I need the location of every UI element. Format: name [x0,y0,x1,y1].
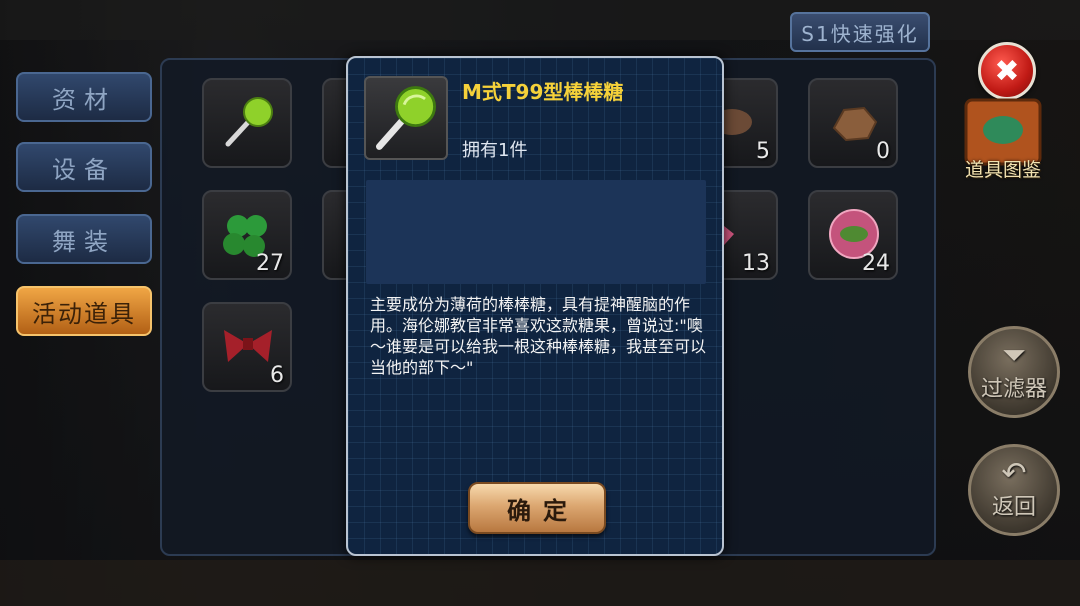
tab-costume[interactable]: 舞装 [16,214,152,264]
item-encyclopedia-label: 道具图鉴 [964,159,1041,181]
ore-icon [832,106,878,142]
filter-label: 过滤器 [980,377,1047,402]
item-slot-bow[interactable]: 6 [202,302,292,392]
item-count: 0 [876,139,890,164]
lollipop-icon [225,97,273,147]
back-arrow-icon: ↶ [1001,456,1027,491]
back-label: 返回 [991,495,1036,520]
item-count: 5 [756,139,770,164]
item-owned-count: 拥有1件 [462,140,528,161]
item-slot-ore[interactable]: 0 [808,78,898,168]
confirm-button[interactable]: 确定 [468,482,606,534]
item-encyclopedia-button[interactable]: 道具图鉴 [956,94,1050,188]
filter-icon: ⏷ [1002,338,1026,373]
item-count: 24 [862,251,890,276]
item-slot-lollipop[interactable] [202,78,292,168]
item-slot-green-mochi[interactable]: 27 [202,190,292,280]
item-attributes-box [366,180,706,284]
filter-button[interactable]: ⏷ 过滤器 [968,326,1060,418]
quick-enhance-button[interactable]: S1快速强化 [790,12,930,52]
item-name: M式T99型棒棒糖 [462,80,624,104]
item-count: 6 [270,363,284,388]
item-slot-plate[interactable]: 24 [808,190,898,280]
lollipop-icon [376,86,436,150]
back-button[interactable]: ↶ 返回 [968,444,1060,536]
close-icon: ✖ [994,53,1020,89]
tab-materials[interactable]: 资材 [16,72,152,122]
item-description: 主要成份为薄荷的棒棒糖，具有提神醒脑的作用。海伦娜教官非常喜欢这款糖果，曾说过:… [370,295,707,377]
bow-icon [224,330,272,362]
item-count: 13 [742,251,770,276]
tab-equipment[interactable]: 设备 [16,142,152,192]
close-button[interactable]: ✖ [978,42,1036,100]
item-detail-icon-frame [364,76,448,160]
tab-event-items[interactable]: 活动道具 [16,286,152,336]
item-count: 27 [256,251,284,276]
item-detail-dialog: M式T99型棒棒糖 拥有1件 主要成份为薄荷的棒棒糖，具有提神醒脑的作用。海伦娜… [346,56,724,556]
